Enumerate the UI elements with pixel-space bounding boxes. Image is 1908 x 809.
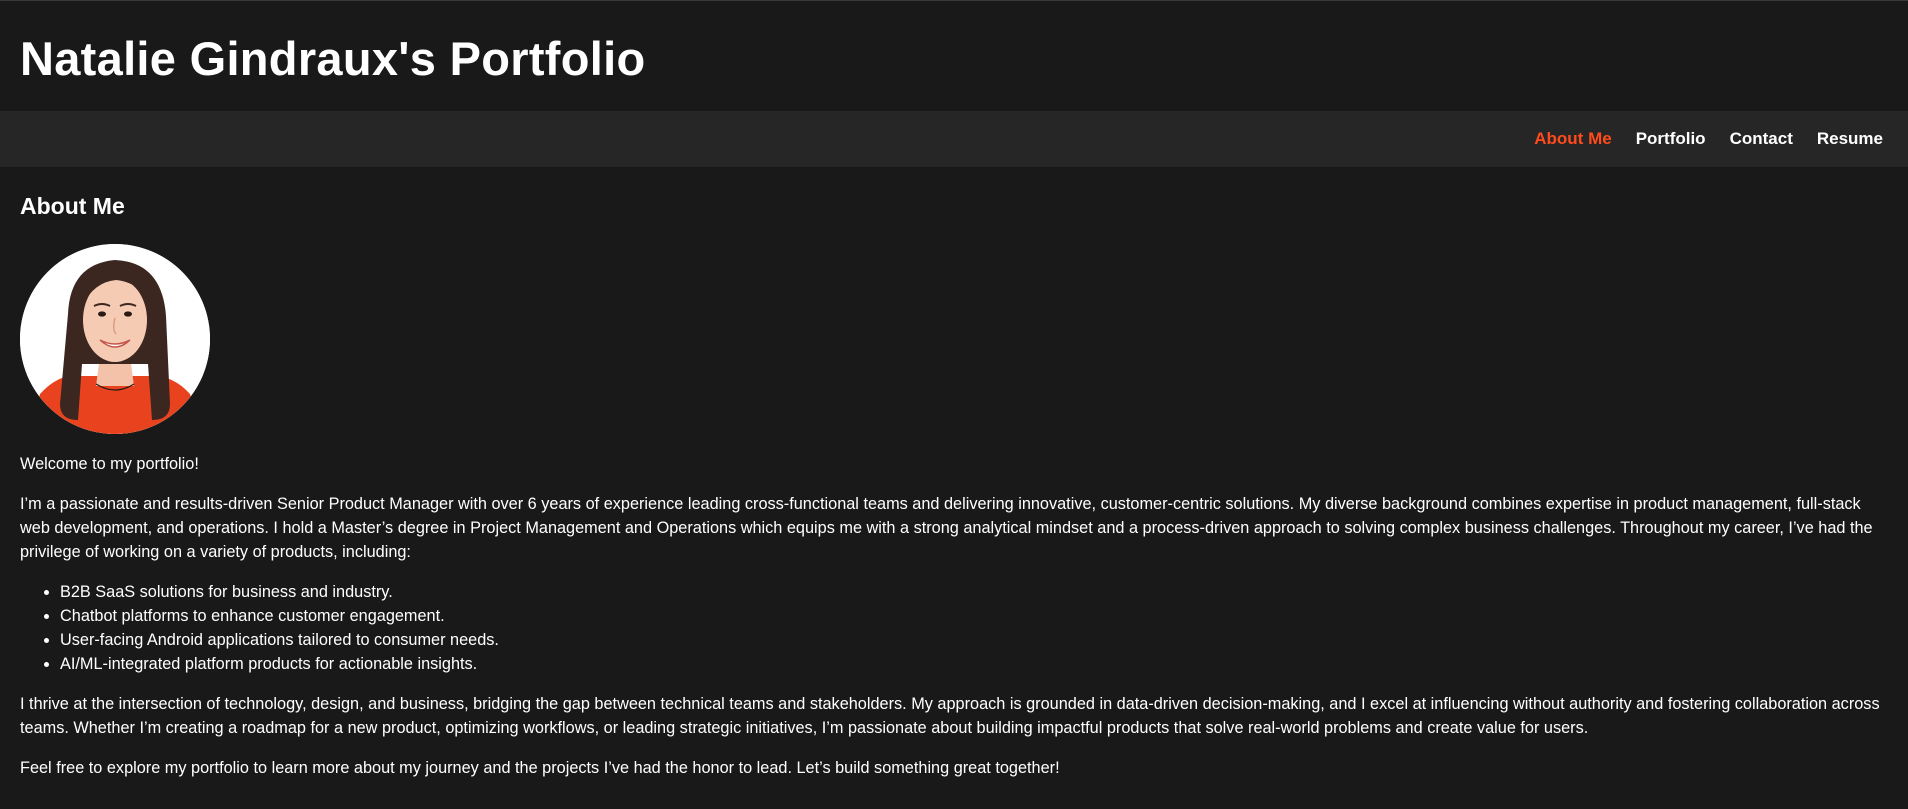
profile-photo-icon [20, 244, 210, 434]
section-heading: About Me [20, 193, 125, 219]
list-item: User-facing Android applications tailore… [60, 628, 1888, 652]
welcome-text: Welcome to my portfolio! [20, 455, 199, 473]
nav-link-resume[interactable]: Resume [1817, 129, 1883, 149]
approach-paragraph: I thrive at the intersection of technolo… [20, 695, 1880, 737]
about-section: About Me Welcome to my portfolio! I’m a … [0, 192, 1908, 780]
site-title: Natalie Gindraux's Portfolio [20, 31, 646, 85]
closing-paragraph: Feel free to explore my portfolio to lea… [20, 759, 1060, 777]
product-list: B2B SaaS solutions for business and indu… [20, 580, 1888, 676]
profile-photo [20, 244, 210, 434]
nav-link-portfolio[interactable]: Portfolio [1636, 129, 1706, 149]
nav-link-contact[interactable]: Contact [1730, 129, 1793, 149]
nav-link-about-me[interactable]: About Me [1534, 129, 1611, 149]
site-header: Natalie Gindraux's Portfolio [0, 1, 1908, 111]
list-item: Chatbot platforms to enhance customer en… [60, 604, 1888, 628]
list-item: B2B SaaS solutions for business and indu… [60, 580, 1888, 604]
list-item: AI/ML-integrated platform products for a… [60, 652, 1888, 676]
main-nav: About Me Portfolio Contact Resume [0, 111, 1908, 167]
page: Natalie Gindraux's Portfolio About Me Po… [0, 0, 1908, 809]
intro-paragraph: I’m a passionate and results-driven Seni… [20, 495, 1873, 561]
